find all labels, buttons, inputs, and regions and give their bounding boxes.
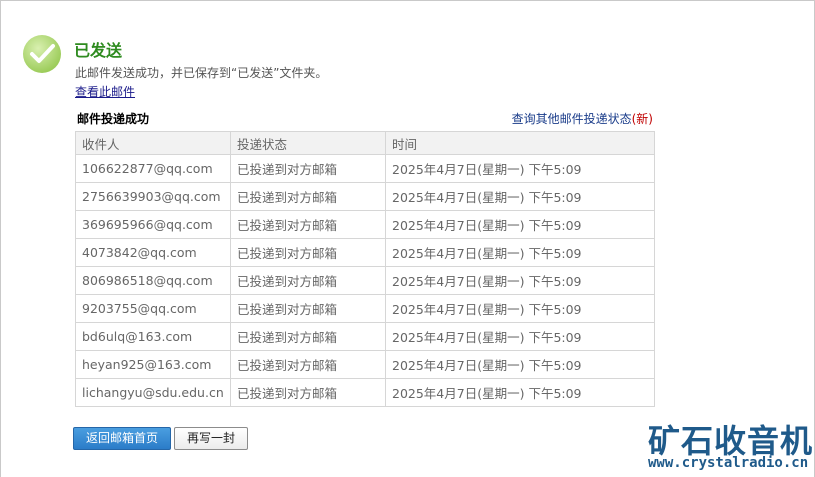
recipient-cell: lichangyu@sdu.edu.cn	[75, 378, 231, 407]
time-cell: 2025年4月7日(星期一) 下午5:09	[385, 182, 655, 211]
status-cell: 已投递到对方邮箱	[230, 378, 386, 407]
compose-again-button[interactable]: 再写一封	[174, 427, 248, 450]
column-header-time: 时间	[385, 131, 655, 155]
status-cell: 已投递到对方邮箱	[230, 266, 386, 295]
delivery-section-title: 邮件投递成功	[77, 112, 150, 126]
table-row: 4073842@qq.com 已投递到对方邮箱 2025年4月7日(星期一) 下…	[75, 238, 655, 267]
table-row: lichangyu@sdu.edu.cn 已投递到对方邮箱 2025年4月7日(…	[75, 378, 655, 407]
status-cell: 已投递到对方邮箱	[230, 238, 386, 267]
recipient-cell: 2756639903@qq.com	[75, 182, 231, 211]
window-border-top	[0, 0, 815, 1]
recipient-cell: 369695966@qq.com	[75, 210, 231, 239]
recipient-cell: 4073842@qq.com	[75, 238, 231, 267]
delivery-table: 收件人 投递状态 时间 106622877@qq.com 已投递到对方邮箱 20…	[75, 131, 655, 407]
recipient-cell: 806986518@qq.com	[75, 266, 231, 295]
recipient-cell: 106622877@qq.com	[75, 154, 231, 183]
table-row: 9203755@qq.com 已投递到对方邮箱 2025年4月7日(星期一) 下…	[75, 294, 655, 323]
time-cell: 2025年4月7日(星期一) 下午5:09	[385, 350, 655, 379]
table-header-row: 收件人 投递状态 时间	[75, 131, 655, 155]
new-badge: (新)	[631, 112, 653, 126]
time-cell: 2025年4月7日(星期一) 下午5:09	[385, 378, 655, 407]
time-cell: 2025年4月7日(星期一) 下午5:09	[385, 154, 655, 183]
back-to-inbox-button[interactable]: 返回邮箱首页	[73, 427, 171, 450]
check-circle-icon	[23, 35, 61, 73]
status-cell: 已投递到对方邮箱	[230, 322, 386, 351]
success-description: 此邮件发送成功，并已保存到“已发送”文件夹。	[75, 66, 328, 80]
watermark-logo: 矿石收音机 www.crystalradio.cn	[648, 416, 813, 474]
time-cell: 2025年4月7日(星期一) 下午5:09	[385, 322, 655, 351]
table-row: heyan925@163.com 已投递到对方邮箱 2025年4月7日(星期一)…	[75, 350, 655, 379]
recipient-cell: heyan925@163.com	[75, 350, 231, 379]
view-mail-link[interactable]: 查看此邮件	[75, 83, 135, 100]
column-header-status: 投递状态	[230, 131, 386, 155]
status-cell: 已投递到对方邮箱	[230, 154, 386, 183]
time-cell: 2025年4月7日(星期一) 下午5:09	[385, 266, 655, 295]
query-link-label: 查询其他邮件投递状态	[511, 112, 632, 126]
recipient-cell: bd6ulq@163.com	[75, 322, 231, 351]
status-cell: 已投递到对方邮箱	[230, 182, 386, 211]
watermark-url: www.crystalradio.cn	[648, 455, 809, 471]
table-row: 106622877@qq.com 已投递到对方邮箱 2025年4月7日(星期一)…	[75, 154, 655, 183]
status-cell: 已投递到对方邮箱	[230, 294, 386, 323]
status-cell: 已投递到对方邮箱	[230, 210, 386, 239]
column-header-recipient: 收件人	[75, 131, 231, 155]
window-border-left	[0, 0, 1, 477]
query-delivery-status-link[interactable]: 查询其他邮件投递状态(新)	[512, 110, 653, 127]
recipient-cell: 9203755@qq.com	[75, 294, 231, 323]
table-row: 2756639903@qq.com 已投递到对方邮箱 2025年4月7日(星期一…	[75, 182, 655, 211]
table-row: 369695966@qq.com 已投递到对方邮箱 2025年4月7日(星期一)…	[75, 210, 655, 239]
page-title: 已发送	[74, 41, 123, 60]
table-row: bd6ulq@163.com 已投递到对方邮箱 2025年4月7日(星期一) 下…	[75, 322, 655, 351]
time-cell: 2025年4月7日(星期一) 下午5:09	[385, 294, 655, 323]
status-cell: 已投递到对方邮箱	[230, 350, 386, 379]
time-cell: 2025年4月7日(星期一) 下午5:09	[385, 210, 655, 239]
table-row: 806986518@qq.com 已投递到对方邮箱 2025年4月7日(星期一)…	[75, 266, 655, 295]
time-cell: 2025年4月7日(星期一) 下午5:09	[385, 238, 655, 267]
